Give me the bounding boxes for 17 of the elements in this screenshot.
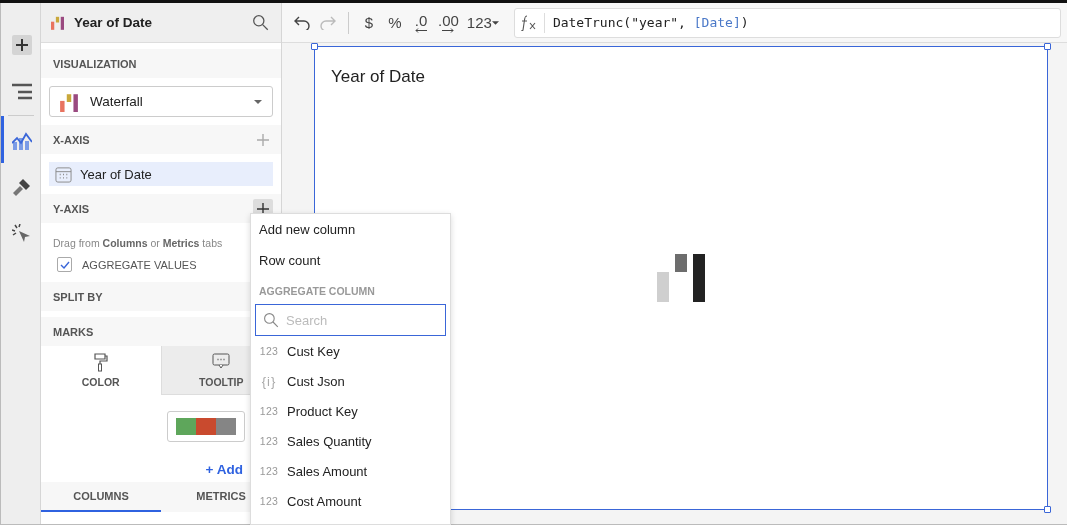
- section-title: MARKS: [53, 325, 94, 338]
- hint-text: Drag from Columns or Metrics tabs: [52, 236, 224, 251]
- json-type-label: {i}: [260, 373, 278, 389]
- section-title: X-AXIS: [53, 133, 90, 146]
- number-type-label: 123: [259, 435, 279, 447]
- section-title: Y-AXIS: [53, 202, 90, 215]
- section-title: SPLIT BY: [53, 290, 103, 303]
- number-type-label: 123: [259, 465, 279, 477]
- dropdown-value: Waterfall: [90, 94, 144, 109]
- number-type-label: 123: [259, 405, 279, 417]
- panel-title: Year of Date: [74, 15, 154, 30]
- number-type-label: 123: [259, 495, 279, 507]
- element-title: Year of Date: [330, 66, 426, 87]
- checkbox-label: AGGREGATE VALUES: [82, 258, 197, 271]
- formula-text: DateTrunc("year", [Date]): [551, 15, 749, 30]
- section-title: VISUALIZATION: [53, 57, 137, 70]
- number-type-label: 123: [259, 345, 279, 357]
